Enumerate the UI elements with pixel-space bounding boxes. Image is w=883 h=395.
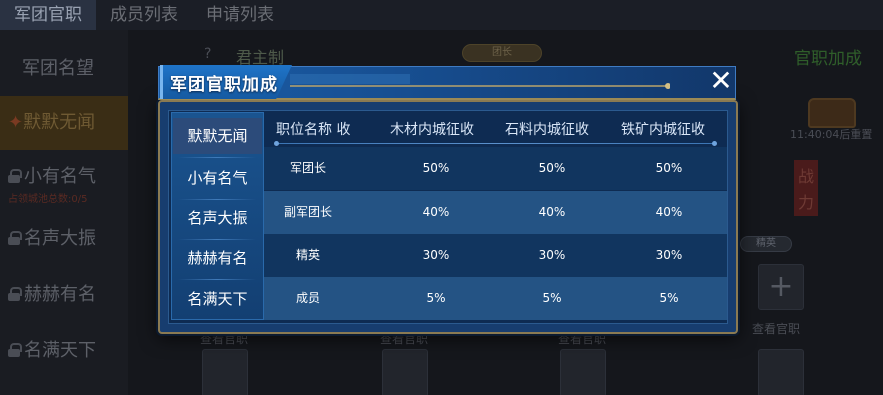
cell-stone: 5% [542,291,562,305]
rank-item-4[interactable]: 赫赫有名 [173,240,262,276]
cell-position: 精英 [295,248,320,262]
tab-legion-posts[interactable]: 军团官职 [0,0,96,30]
column-header-iron: 铁矿内城征收 [621,122,705,138]
tab-application-list[interactable]: 申请列表 [192,0,288,30]
rank-item-1[interactable]: 默默无闻 [173,118,262,154]
sidebar-item-rank-5[interactable]: 名满天下 [0,336,128,362]
table-row: 成员 5% 5% 5% [264,277,727,320]
rank-pill: 团长 [462,44,542,62]
cell-wood: 5% [426,291,446,305]
cell-wood: 40% [422,205,450,219]
modal-title: 军团官职加成 [170,75,278,95]
cell-wood: 30% [422,248,450,262]
sidebar-item-sub: 占领城池总数:0/5 [8,194,88,205]
reputation-sidebar: 军团名望 ✦默默无闻 小有名气 占领城池总数:0/5 名声大振 赫赫有名 名满天… [0,30,128,395]
leader-system-label: 君主制 [236,48,285,67]
treasure-chest-icon[interactable] [808,98,856,128]
divider [178,279,256,280]
cell-position: 军团长 [289,161,326,175]
add-slot-button[interactable] [560,349,606,395]
table-row: 军团长 50% 50% 50% [264,147,727,190]
lock-icon [8,231,22,245]
add-slot-button[interactable] [758,349,804,395]
sidebar-item-label: 名满天下 [24,340,96,361]
add-slot-button[interactable]: + [758,264,804,310]
sidebar-header: 军团名望 [0,54,128,80]
cell-stone: 30% [538,248,566,262]
rank-item-5[interactable]: 名满天下 [173,281,262,317]
table-row: 精英 30% 30% 30% [264,234,727,277]
cell-position: 副军团长 [283,205,332,219]
add-slot-button[interactable] [382,349,428,395]
sidebar-item-label: 默默无闻 [23,112,96,133]
sidebar-item-label: 名声大振 [24,228,96,249]
divider [178,157,256,158]
column-header-position: 职位名称 收 [276,122,351,138]
view-post-label[interactable]: 查看官职 [752,320,800,337]
divider-dot [712,141,717,146]
elite-pill: 精英 [740,236,792,252]
cell-iron: 50% [655,161,683,175]
sidebar-header-label: 军团名望 [22,58,94,79]
header-divider [276,143,716,144]
cell-stone: 50% [538,161,566,175]
power-badge: 战力 [794,160,818,216]
close-icon[interactable]: ✕ [706,67,736,95]
cell-stone: 40% [538,205,566,219]
tab-member-list[interactable]: 成员列表 [96,0,192,30]
sidebar-item-rank-4[interactable]: 赫赫有名 [0,280,128,306]
tab-bar: 军团官职 成员列表 申请列表 [0,0,883,30]
sidebar-item-rank-2[interactable]: 小有名气 占领城池总数:0/5 [0,162,128,205]
column-header-stone: 石料内城征收 [505,122,589,138]
rank-item-2[interactable]: 小有名气 [173,160,262,196]
sidebar-item-label: 赫赫有名 [24,284,96,305]
sidebar-item-label: 小有名气 [24,166,96,187]
rank-item-3[interactable]: 名声大振 [173,200,262,236]
title-ornament [290,74,670,89]
divider-dot [274,141,279,146]
table-row: 副军团长 40% 40% 40% [264,191,727,234]
cell-position: 成员 [295,291,320,305]
sidebar-item-rank-3[interactable]: 名声大振 [0,224,128,250]
help-icon[interactable]: ? [204,46,211,62]
post-bonus-link[interactable]: 官职加成 [794,44,862,69]
cell-iron: 30% [655,248,683,262]
reset-timer: 11:40:04后重置 [790,128,873,141]
add-slot-button[interactable] [202,349,248,395]
lock-icon [8,343,22,357]
cell-iron: 5% [659,291,679,305]
cell-wood: 50% [422,161,450,175]
column-header-wood: 木材内城征收 [390,122,474,138]
sidebar-item-rank-1[interactable]: ✦默默无闻 [0,96,128,150]
lock-icon [8,169,22,183]
lock-icon [8,287,22,301]
cell-iron: 40% [655,205,683,219]
